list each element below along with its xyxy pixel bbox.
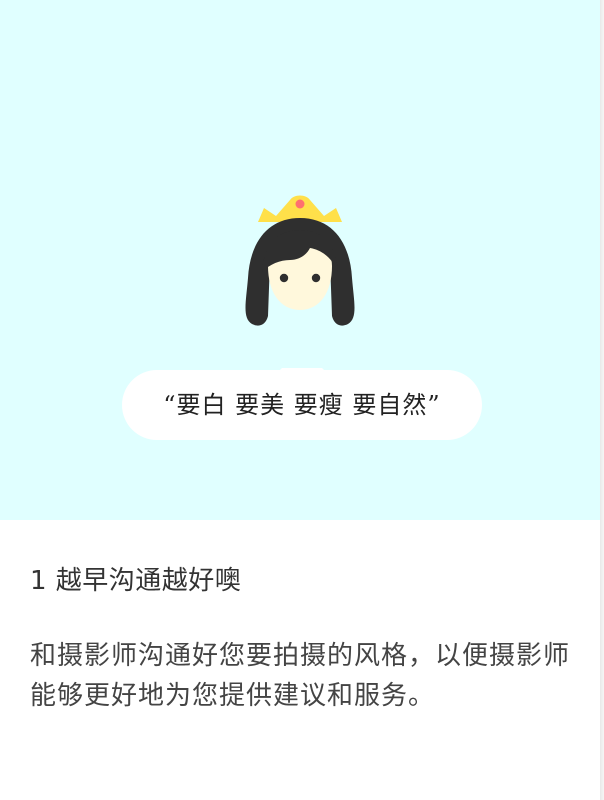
page: “要白 要美 要瘦 要自然” 1 越早沟通越好噢 和摄影师沟通好您要拍摄的风格，… [0,0,604,800]
quote-bubble: “要白 要美 要瘦 要自然” [120,368,484,442]
hero-banner: “要白 要美 要瘦 要自然” [0,0,600,520]
page-edge-divider [600,0,604,800]
quote-text: “要白 要美 要瘦 要自然” [163,391,441,419]
tip-title: 1 越早沟通越好噢 [30,566,242,596]
tip-body: 和摄影师沟通好您要拍摄的风格，以便摄影师能够更好地为您提供建议和服务。 [30,641,571,711]
princess-with-crown-icon [240,190,360,330]
tip-card: 1 越早沟通越好噢 和摄影师沟通好您要拍摄的风格，以便摄影师能够更好地为您提供建… [0,520,600,800]
